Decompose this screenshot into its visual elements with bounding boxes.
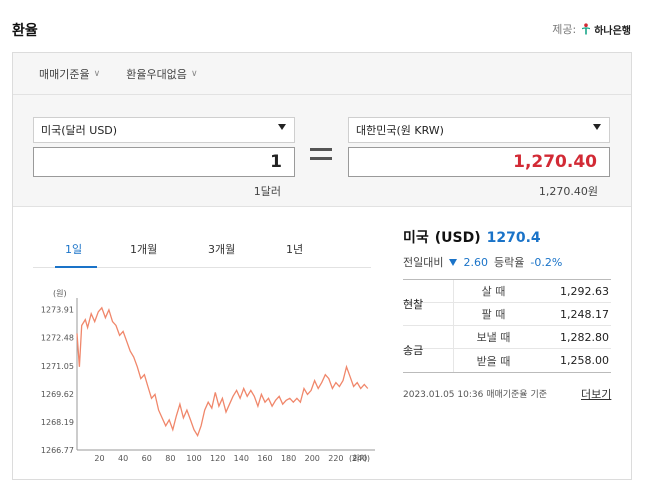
remit-group-label: 송금 [403,344,424,357]
hana-logo-icon [582,23,591,35]
y-tick-label: 1268.19 [41,418,74,427]
provider-info: 제공: 하나은행 [552,21,631,37]
y-tick-label: 1271.05 [41,362,74,371]
tab-1day[interactable]: 1일 [65,241,82,257]
chevron-down-icon: ∨ [190,68,198,79]
more-link[interactable]: 더보기 [581,386,611,402]
preferential-rate-dropdown[interactable]: 환율우대없음 ∨ [126,66,197,82]
period-tabs: 1일 1개월 3개월 1년 [33,238,371,268]
change-label: 전일대비 [403,256,444,269]
to-currency-label: 대한민국(원 KRW) [356,124,444,137]
preferential-rate-label: 환율우대없음 [126,67,187,81]
x-tick-label: 200 [305,454,320,462]
y-tick-label: 1266.77 [41,446,74,455]
x-tick-label: 80 [165,454,175,462]
x-tick-label: 180 [281,454,296,462]
equals-icon [310,148,332,160]
page-title: 환율 [12,23,38,39]
rate-row-value: 1,248.17 [560,307,609,321]
quote-country: 미국 [403,230,429,246]
y-tick-label: 1269.62 [41,390,74,399]
change-pct: -0.2% [530,255,563,269]
exchange-rate-chart: (원) 1273.91 1272.48 1271.05 1269.62 1268.19 1… [41,289,375,462]
rate-options-bar: 매매기준율 ∨ 환율우대없음 ∨ [13,53,631,95]
tab-1month[interactable]: 1개월 [130,241,157,257]
rate-timestamp: 2023.01.05 10:36 매매기준율 기준 [403,390,548,400]
chart-x-axis-label: (회차) [349,454,370,462]
from-currency-select[interactable]: 미국(달러 USD) [33,117,295,143]
from-currency-label: 미국(달러 USD) [41,124,118,137]
chevron-down-icon: ∨ [93,68,101,79]
x-tick-label: 220 [328,454,343,462]
rate-row-value: 1,292.63 [560,284,609,298]
x-tick-label: 40 [118,454,128,462]
to-unit-text: 1,270.40원 [538,185,598,198]
rate-row-value: 1,282.80 [560,330,609,344]
from-unit-text: 1달러 [253,185,281,198]
x-tick-label: 120 [210,454,225,462]
rate-row-label: 살 때 [453,280,533,302]
rate-row-label: 받을 때 [453,349,533,372]
tab-3months[interactable]: 3개월 [208,241,235,257]
x-tick-label: 60 [142,454,152,462]
quote-summary: 미국 (USD) 1270.4 전일대비 2.60 등락율 -0.2% [403,227,611,270]
tab-1year[interactable]: 1년 [286,241,303,257]
caret-down-icon [278,124,286,130]
quote-rate: 1270.4 [486,230,541,246]
exchange-widget: 매매기준율 ∨ 환율우대없음 ∨ 미국(달러 USD) 1 대한민국(원 KRW… [12,52,632,480]
rate-basis-label: 매매기준율 [39,67,90,81]
caret-down-icon [593,124,601,130]
rates-table: 현찰 송금 살 때 1,292.63 팔 때 1,248.17 보낼 때 1,2… [403,279,611,373]
x-tick-label: 140 [234,454,249,462]
x-tick-label: 20 [94,454,104,462]
rate-row-value: 1,258.00 [560,354,609,367]
to-amount-input[interactable]: 1,270.40 [348,147,610,177]
y-tick-label: 1273.91 [41,306,74,315]
provider-name: 하나은행 [594,25,631,37]
down-triangle-icon [449,258,458,266]
chart-y-axis-label: (원) [53,289,67,298]
provider-label: 제공: [552,23,577,36]
change-value: 2.60 [463,255,488,269]
rate-row-label: 팔 때 [453,303,533,325]
rate-line-series [76,306,369,438]
to-currency-select[interactable]: 대한민국(원 KRW) [348,117,610,143]
from-amount-input[interactable]: 1 [33,147,295,177]
quote-code: (USD) [434,230,481,246]
currency-converter: 미국(달러 USD) 1 대한민국(원 KRW) 1,270.40 1달러 1,… [13,95,631,207]
active-tab-indicator [55,266,97,268]
x-tick-label: 100 [186,454,201,462]
cash-group-label: 현찰 [403,298,424,311]
y-tick-label: 1272.48 [41,334,74,343]
x-tick-label: 160 [257,454,272,462]
hana-bank-logo: 하나은행 [580,22,631,37]
change-pct-label: 등락율 [493,256,525,269]
rate-basis-dropdown[interactable]: 매매기준율 ∨ [39,66,100,82]
rate-row-label: 보낼 때 [453,326,533,348]
